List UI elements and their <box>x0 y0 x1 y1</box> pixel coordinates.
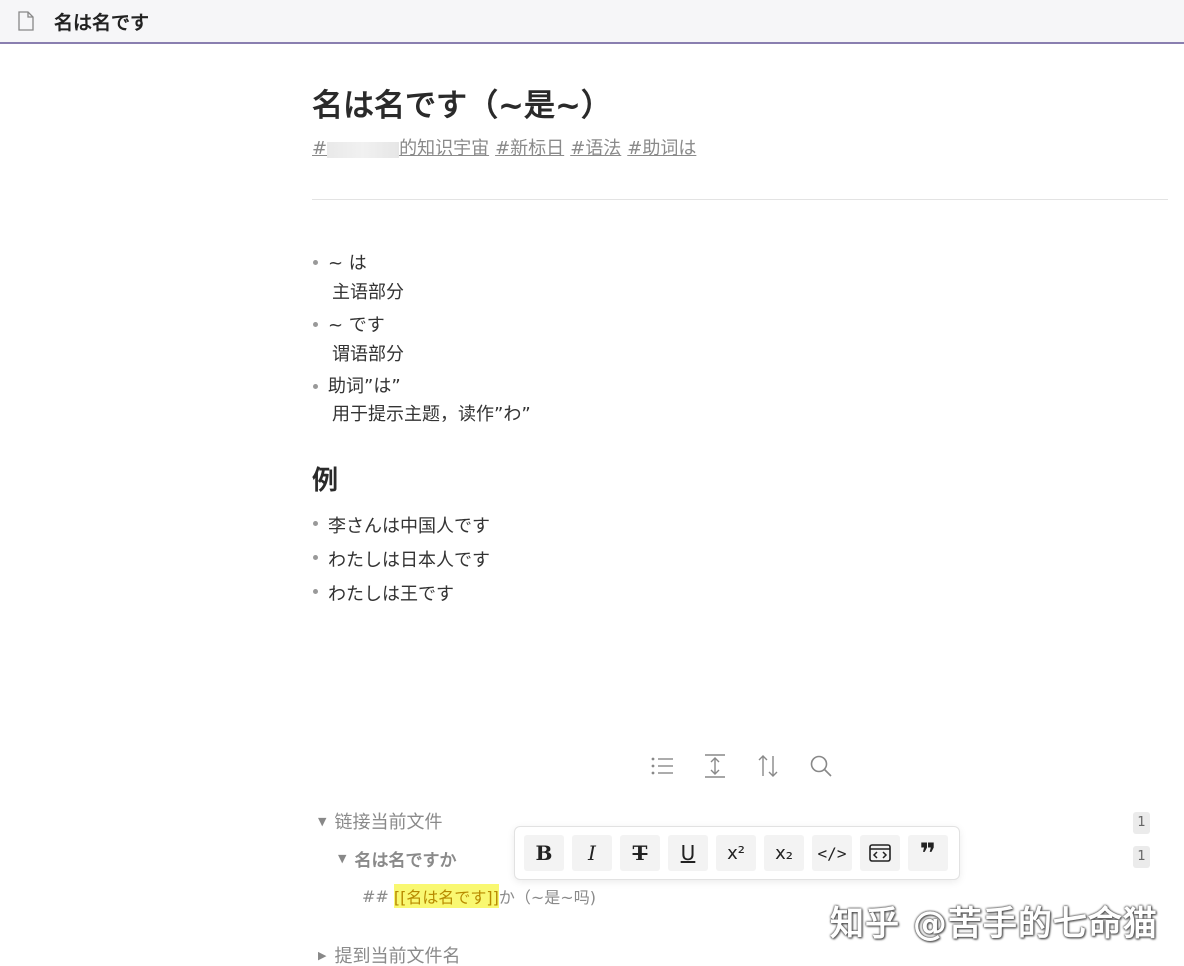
context-prefix: ## <box>362 886 394 906</box>
list-item: ~ は主语部分 <box>312 249 531 307</box>
linked-section-label: 链接当前文件 <box>334 812 443 833</box>
notes-list: ~ は主语部分 ~ です谓语部分 助词”は” 用于提示主题，读作”わ” <box>312 249 531 433</box>
list-item-desc: 主语部分 <box>332 282 404 303</box>
mentions-section-label: 提到当前文件名 <box>334 946 461 966</box>
search-icon[interactable] <box>807 752 835 780</box>
list-item: 李さんは中国人です <box>312 510 490 544</box>
collapse-triangle-icon[interactable]: ▼ <box>338 852 346 865</box>
tab-title[interactable]: 名は名です <box>54 8 149 35</box>
backlink-file-row[interactable]: ▼ 名は名ですか <box>338 846 456 871</box>
tag-knowledge[interactable]: # 的知识宇宙 <box>312 134 489 160</box>
list-item-term: 助词”は” <box>328 376 401 397</box>
linked-section-header[interactable]: ▼ 链接当前文件 <box>318 808 442 834</box>
linked-count-badge: 1 <box>1133 812 1150 834</box>
bold-icon: B <box>535 841 553 865</box>
list-item-term: ~ です <box>328 315 385 336</box>
list-item: わたしは日本人です <box>312 544 490 578</box>
underline-button[interactable]: U <box>668 835 708 871</box>
superscript-button[interactable]: x² <box>716 835 756 871</box>
sort-icon[interactable] <box>754 752 782 780</box>
tag-hash: # <box>312 138 328 159</box>
italic-icon: I <box>588 841 596 865</box>
list-item: わたしは王です <box>312 578 490 612</box>
backlink-file-name[interactable]: 名は名ですか <box>354 846 456 871</box>
bold-button[interactable]: B <box>524 835 564 871</box>
mentions-section-header[interactable]: ▶ 提到当前文件名 <box>318 942 460 966</box>
redacted-block <box>327 142 400 158</box>
list-icon[interactable] <box>648 752 676 780</box>
divider <box>312 199 1168 200</box>
backlink-context[interactable]: ## [[名は名です]] か（~是~吗) <box>362 884 596 908</box>
list-item-term: ~ は <box>328 253 367 274</box>
tag-particle-wa[interactable]: #助词は <box>627 134 696 160</box>
page-title: 名は名です（~是~） <box>312 88 612 124</box>
list-item: 助词”は” 用于提示主题，读作”わ” <box>312 373 531 429</box>
collapse-triangle-icon[interactable]: ▼ <box>318 815 326 828</box>
code-block-button[interactable] <box>860 835 900 871</box>
subscript-icon: x₂ <box>775 842 793 864</box>
underline-icon: U <box>680 841 696 865</box>
tag-xinbiaori[interactable]: #新标日 <box>495 134 564 160</box>
list-item: ~ です谓语部分 <box>312 311 531 369</box>
expand-triangle-icon[interactable]: ▶ <box>318 949 326 962</box>
format-toolbar: B I T U x² x₂ </> ❞ <box>514 826 960 880</box>
tag-list: # 的知识宇宙 #新标日 #语法 #助词は <box>312 134 702 160</box>
expand-vertical-icon[interactable] <box>701 752 729 780</box>
document-icon <box>18 11 34 31</box>
watermark: 知乎 @苦手的七命猫 <box>830 904 1158 944</box>
strikethrough-button[interactable]: T <box>620 835 660 871</box>
superscript-icon: x² <box>727 842 745 864</box>
quote-button[interactable]: ❞ <box>908 835 948 871</box>
strikethrough-icon: T <box>632 841 648 865</box>
code-button[interactable]: </> <box>812 835 852 871</box>
example-heading: 例 <box>312 466 339 496</box>
quote-icon: ❞ <box>919 836 937 870</box>
list-item-desc: 谓语部分 <box>332 344 404 365</box>
list-item-desc: 用于提示主题，读作”わ” <box>332 404 531 425</box>
tab-bar: 名は名です <box>0 0 1184 44</box>
file-count-badge: 1 <box>1133 846 1150 868</box>
code-icon: </> <box>817 843 847 863</box>
context-link[interactable]: [[名は名です]] <box>393 884 499 908</box>
backlink-toolbar <box>648 752 860 780</box>
code-block-icon <box>869 844 891 862</box>
tag-grammar[interactable]: #语法 <box>570 134 621 160</box>
subscript-button[interactable]: x₂ <box>764 835 804 871</box>
example-list: 李さんは中国人です わたしは日本人です わたしは王です <box>312 510 490 612</box>
italic-button[interactable]: I <box>572 835 612 871</box>
context-suffix: か（~是~吗) <box>498 888 596 907</box>
tag-knowledge-label: 的知识宇宙 <box>399 138 490 159</box>
